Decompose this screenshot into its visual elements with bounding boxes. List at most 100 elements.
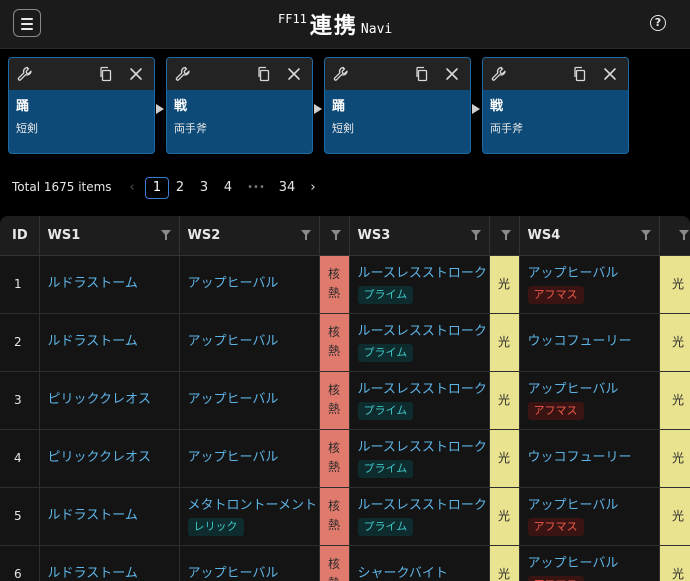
page-4-button[interactable]: 4 xyxy=(221,177,235,199)
copy-icon[interactable] xyxy=(98,66,114,82)
copy-icon[interactable] xyxy=(414,66,430,82)
ws1-name: ピリッククレオス xyxy=(47,450,151,465)
ws2-cell[interactable]: アップヒーバル xyxy=(179,545,320,581)
skillchain-label: 光 xyxy=(497,508,510,523)
column-header-id[interactable]: ID xyxy=(0,216,40,256)
close-icon[interactable] xyxy=(444,66,460,82)
ws3-cell[interactable]: ルースレスストローク プライム xyxy=(349,429,490,488)
aftermath-tag: アフマス xyxy=(527,401,584,420)
ws4-name: アップヒーバル xyxy=(527,497,619,513)
page-1-button[interactable]: 1 xyxy=(145,177,169,199)
close-icon[interactable] xyxy=(602,66,618,82)
ws1-cell[interactable]: ルドラストーム xyxy=(39,255,180,314)
table-row[interactable]: 1 ルドラストーム アップヒーバル 核熱 ルースレスストローク プライム光アップヒーバルア… xyxy=(0,255,690,314)
copy-icon[interactable] xyxy=(572,66,588,82)
ws4-cell[interactable]: アップヒーバルアフマス xyxy=(519,371,660,430)
pagination-ellipsis[interactable]: ••• xyxy=(243,177,269,199)
ws2-cell[interactable]: アップヒーバル xyxy=(179,313,320,372)
skillchain-label: 光 xyxy=(671,276,684,291)
weapon-card[interactable]: 戦両手斧 xyxy=(166,57,313,154)
close-icon[interactable] xyxy=(286,66,302,82)
ws1-cell[interactable]: ルドラストーム xyxy=(39,313,180,372)
weapon-card[interactable]: 踊短剣 xyxy=(8,57,155,154)
card-job: 踊 xyxy=(16,99,30,114)
total-items: Total 1675 items xyxy=(12,180,112,194)
ws1-name: ピリッククレオス xyxy=(47,392,151,407)
ws2-cell[interactable]: アップヒーバル xyxy=(179,371,320,430)
skillchain-label: 核熱 xyxy=(327,557,340,581)
column-header-sc1[interactable] xyxy=(319,216,350,256)
weapon-tag: レリック xyxy=(187,517,244,536)
ws3-cell[interactable]: ルースレスストローク プライム xyxy=(349,371,490,430)
filter-icon[interactable] xyxy=(330,230,341,240)
ws3-cell[interactable]: ルースレスストローク プライム xyxy=(349,487,490,546)
filter-icon[interactable] xyxy=(640,230,651,240)
ws1-cell[interactable]: ルドラストーム xyxy=(39,487,180,546)
ws1-cell[interactable]: ピリッククレオス xyxy=(39,429,180,488)
skillchain-label: 光 xyxy=(497,276,510,291)
skillchain-cell: 光 xyxy=(659,487,690,546)
ws4-cell[interactable]: アップヒーバルアフマス xyxy=(519,545,660,581)
filter-icon[interactable] xyxy=(500,230,511,240)
page-34-button[interactable]: 34 xyxy=(276,177,298,199)
chevron-right-icon xyxy=(472,104,480,114)
row-id: 6 xyxy=(0,545,40,581)
card-weapon: 両手斧 xyxy=(174,122,207,135)
page-3-button[interactable]: 3 xyxy=(197,177,211,199)
copy-icon[interactable] xyxy=(256,66,272,82)
skillchain-cell: 光 xyxy=(659,545,690,581)
app-title-suffix: Navi xyxy=(360,22,393,37)
card-job: 戦 xyxy=(174,99,188,114)
column-header-sc3[interactable] xyxy=(659,216,690,256)
table-row[interactable]: 2 ルドラストーム アップヒーバル 核熱 ルースレスストローク プライム光ウッコフューリー… xyxy=(0,313,690,372)
weapon-card[interactable]: 戦両手斧 xyxy=(482,57,629,154)
ws4-cell[interactable]: ウッコフューリー xyxy=(519,313,660,372)
ws3-cell[interactable]: ルースレスストローク プライム xyxy=(349,313,490,372)
filter-icon[interactable] xyxy=(470,230,481,240)
table-row[interactable]: 6ルドラストームアップヒーバル核熱シャークバイト光アップヒーバルアフマス光 xyxy=(0,545,690,581)
page-2-button[interactable]: 2 xyxy=(173,177,187,199)
column-header-ws1-label: WS1 xyxy=(47,227,81,243)
prev-page-button[interactable]: ‹ xyxy=(126,177,138,199)
close-icon[interactable] xyxy=(128,66,144,82)
row-id: 4 xyxy=(0,429,40,488)
column-header-sc2[interactable] xyxy=(489,216,520,256)
table-row[interactable]: 3 ピリッククレオス アップヒーバル 核熱 ルースレスストローク プライム光アップヒーバル… xyxy=(0,371,690,430)
ws1-cell[interactable]: ルドラストーム xyxy=(39,545,180,581)
help-circle-icon[interactable]: ? xyxy=(650,15,666,31)
ws4-name: アップヒーバル xyxy=(527,555,619,571)
skillchain-label: 核熱 xyxy=(327,499,340,532)
ws4-cell[interactable]: アップヒーバルアフマス xyxy=(519,487,660,546)
skillchain-cell: 光 xyxy=(659,255,690,314)
skillchain-cell: 核熱 xyxy=(319,313,350,372)
ws2-cell[interactable]: アップヒーバル xyxy=(179,429,320,488)
ws2-cell[interactable]: アップヒーバル xyxy=(179,255,320,314)
ws2-name: アップヒーバル xyxy=(187,392,279,407)
ws3-name: ルースレスストローク xyxy=(357,323,487,339)
filter-icon[interactable] xyxy=(160,230,171,240)
wrench-icon[interactable] xyxy=(333,66,349,82)
wrench-icon[interactable] xyxy=(175,66,191,82)
filter-icon[interactable] xyxy=(678,230,689,240)
ws4-cell[interactable]: アップヒーバルアフマス xyxy=(519,255,660,314)
table-row[interactable]: 5 ルドラストーム メタトロントーメント レリック 核熱 ルースレスストローク プライム光ア… xyxy=(0,487,690,546)
wrench-icon[interactable] xyxy=(17,66,33,82)
column-header-ws3[interactable]: WS3 xyxy=(349,216,490,256)
ws1-cell[interactable]: ピリッククレオス xyxy=(39,371,180,430)
hamburger-icon[interactable] xyxy=(13,9,41,37)
wrench-icon[interactable] xyxy=(491,66,507,82)
ws3-name: ルースレスストローク xyxy=(357,497,487,513)
ws3-cell[interactable]: シャークバイト xyxy=(349,545,490,581)
filter-icon[interactable] xyxy=(300,230,311,240)
ws2-name: アップヒーバル xyxy=(187,276,279,291)
table-row[interactable]: 4 ピリッククレオス アップヒーバル 核熱 ルースレスストローク プライム光ウッコフューリ… xyxy=(0,429,690,488)
next-page-button[interactable]: › xyxy=(307,177,319,199)
column-header-ws1[interactable]: WS1 xyxy=(39,216,180,256)
weapon-card[interactable]: 踊短剣 xyxy=(324,57,471,154)
column-header-ws4[interactable]: WS4 xyxy=(519,216,660,256)
ws2-cell[interactable]: メタトロントーメント レリック xyxy=(179,487,320,546)
ws4-cell[interactable]: ウッコフューリー xyxy=(519,429,660,488)
ws3-cell[interactable]: ルースレスストローク プライム xyxy=(349,255,490,314)
column-header-ws2[interactable]: WS2 xyxy=(179,216,320,256)
chevron-right-icon xyxy=(156,104,164,114)
